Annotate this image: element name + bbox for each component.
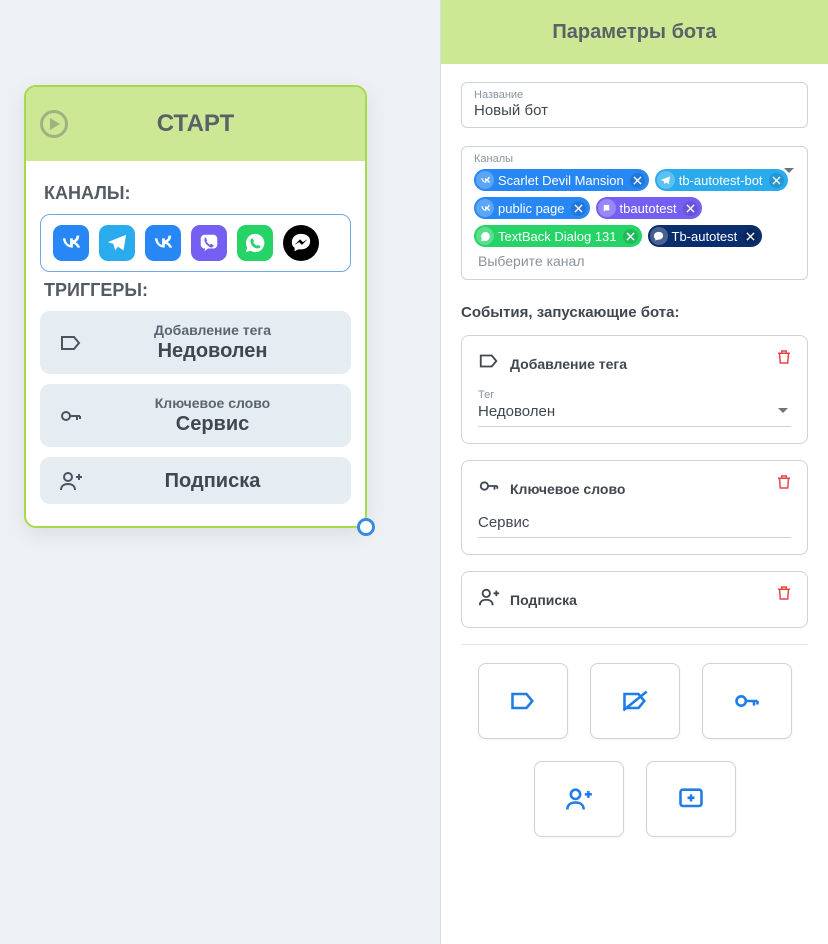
wa-icon [476, 227, 494, 245]
vk-icon [53, 225, 89, 261]
channel-box[interactable] [40, 214, 351, 272]
tg-icon [657, 171, 675, 189]
field-label: Название [474, 89, 795, 101]
messenger-icon [283, 225, 319, 261]
channel-chip[interactable]: tb-autotest-bot [655, 169, 788, 191]
subscriber-icon [478, 586, 500, 613]
flow-canvas[interactable]: СТАРТ КАНАЛЫ: ТРИГГЕРЫ: Добавление тега … [0, 0, 440, 944]
start-node-header: СТАРТ [26, 87, 365, 161]
tag-icon [478, 350, 500, 377]
bot-name-field[interactable]: Название Новый бот [461, 82, 808, 128]
chip-remove-icon[interactable] [571, 201, 586, 216]
triggers-section-label: ТРИГГЕРЫ: [44, 280, 351, 301]
keyword-input[interactable]: Сервис [478, 514, 791, 538]
event-card-keyword: Ключевое слово Сервис [461, 460, 808, 555]
channel-chip[interactable]: Tb-autotest [648, 225, 763, 247]
channels-section-label: КАНАЛЫ: [44, 183, 351, 204]
subscriber-icon [54, 469, 88, 493]
fb-icon [650, 227, 668, 245]
output-connector[interactable] [357, 518, 375, 536]
delete-button[interactable] [775, 348, 793, 371]
start-node[interactable]: СТАРТ КАНАЛЫ: ТРИГГЕРЫ: Добавление тега … [24, 85, 367, 528]
trigger-type-label: Ключевое слово [88, 395, 337, 411]
channel-chip[interactable]: public page [474, 197, 590, 219]
tag-icon [54, 331, 88, 355]
chip-remove-icon[interactable] [683, 201, 698, 216]
channel-chip[interactable]: tbautotest [596, 197, 702, 219]
telegram-icon [99, 225, 135, 261]
chip-label: Tb-autotest [672, 229, 738, 244]
settings-panel: Параметры бота Название Новый бот Каналы… [440, 0, 828, 944]
card-title: Добавление тега [510, 356, 627, 372]
event-card-subscribe: Подписка [461, 571, 808, 628]
chip-remove-icon[interactable] [623, 229, 638, 244]
chip-remove-icon[interactable] [630, 173, 645, 188]
whatsapp-icon [237, 225, 273, 261]
channel-chip[interactable]: TextBack Dialog 131 [474, 225, 642, 247]
chip-label: Scarlet Devil Mansion [498, 173, 624, 188]
action-subscriber[interactable] [534, 761, 624, 837]
trigger-type-label: Добавление тега [88, 322, 337, 338]
action-remove-tag[interactable] [590, 663, 680, 739]
play-icon [40, 110, 68, 138]
panel-title: Параметры бота [441, 0, 828, 64]
trigger-value: Подписка [88, 470, 337, 493]
key-icon [478, 475, 500, 502]
chip-label: tb-autotest-bot [679, 173, 763, 188]
card-title: Ключевое слово [510, 481, 625, 497]
delete-button[interactable] [775, 584, 793, 607]
chevron-down-icon[interactable] [783, 163, 795, 181]
viber-icon [191, 225, 227, 261]
events-heading: События, запускающие бота: [461, 304, 808, 321]
action-keyword[interactable] [702, 663, 792, 739]
field-label: Каналы [474, 153, 795, 165]
chip-label: tbautotest [620, 201, 677, 216]
vb-icon [598, 199, 616, 217]
vk-icon [476, 171, 494, 189]
action-add-tag[interactable] [478, 663, 568, 739]
channel-chips: Scarlet Devil Mansion tb-autotest-bot publ… [474, 169, 795, 269]
channel-chip[interactable]: Scarlet Devil Mansion [474, 169, 649, 191]
trigger-row-keyword[interactable]: Ключевое слово Сервис [40, 384, 351, 447]
chip-remove-icon[interactable] [743, 229, 758, 244]
field-value: Новый бот [474, 102, 795, 119]
vk-icon [476, 199, 494, 217]
subfield-label: Тег [478, 389, 791, 401]
trigger-row-subscribe[interactable]: Подписка [40, 457, 351, 504]
subfield-value: Сервис [478, 514, 791, 531]
card-title: Подписка [510, 592, 577, 608]
trigger-row-tag[interactable]: Добавление тега Недоволен [40, 311, 351, 374]
event-card-tag: Добавление тега Тег Недоволен [461, 335, 808, 444]
key-icon [54, 404, 88, 428]
start-node-title: СТАРТ [68, 110, 323, 138]
chip-remove-icon[interactable] [769, 173, 784, 188]
chevron-down-icon [777, 403, 789, 421]
channels-field[interactable]: Каналы Scarlet Devil Mansion tb-autotest-… [461, 146, 808, 280]
action-buttons [461, 663, 808, 849]
vk-icon-2 [145, 225, 181, 261]
delete-button[interactable] [775, 473, 793, 496]
action-message[interactable] [646, 761, 736, 837]
chip-label: TextBack Dialog 131 [498, 229, 617, 244]
tag-select[interactable]: Тег Недоволен [478, 389, 791, 427]
channel-placeholder: Выберите канал [474, 253, 585, 269]
chip-label: public page [498, 201, 565, 216]
trigger-value: Сервис [88, 413, 337, 436]
divider [461, 644, 808, 645]
subfield-value: Недоволен [478, 403, 791, 420]
trigger-value: Недоволен [88, 340, 337, 363]
